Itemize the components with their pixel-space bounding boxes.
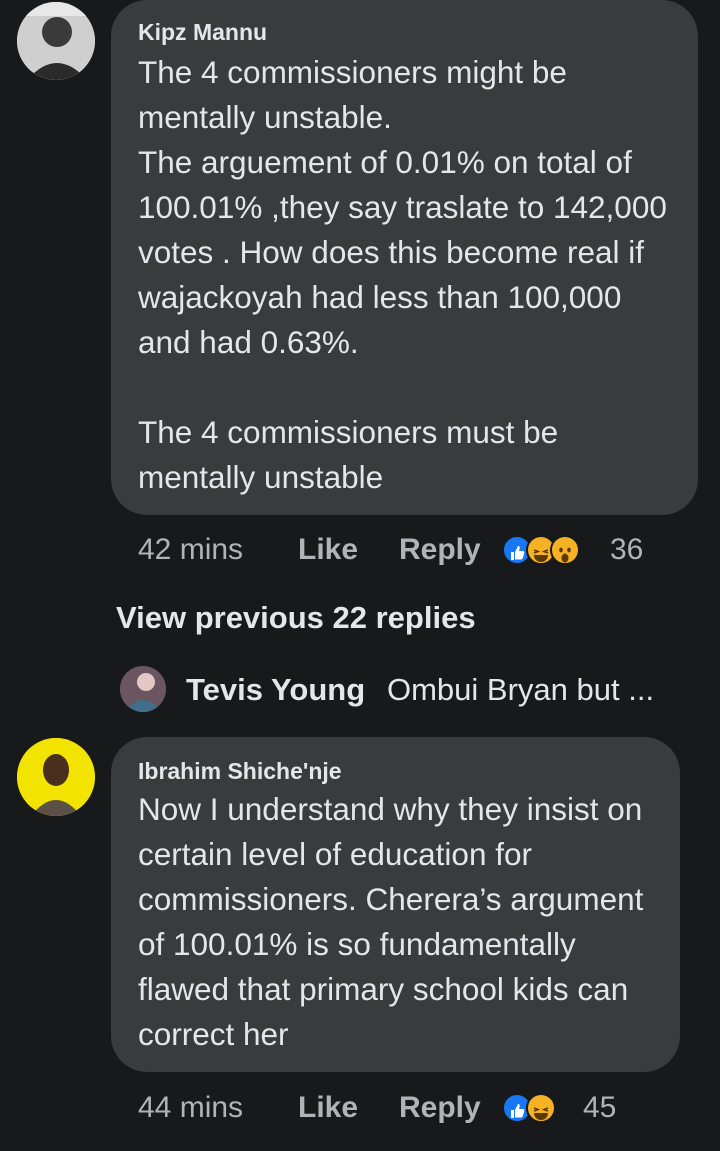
comment-text: Now I understand why they insist on cert… xyxy=(138,791,653,1052)
avatar[interactable] xyxy=(120,666,166,712)
reaction-count: 36 xyxy=(610,533,644,566)
person-avatar-icon xyxy=(17,738,95,816)
reply-button[interactable]: Reply xyxy=(399,530,481,570)
comment-author[interactable]: Ibrahim Shiche'nje xyxy=(138,758,342,784)
comment-bubble: Ibrahim Shiche'nje Now I understand why … xyxy=(111,737,680,1072)
comment-timestamp[interactable]: 42 mins xyxy=(138,530,243,570)
reply-button[interactable]: Reply xyxy=(399,1088,481,1128)
comment-bubble: Kipz Mannu The 4 commissioners might be … xyxy=(111,0,698,515)
reply-preview-text: Ombui Bryan but ... xyxy=(387,672,655,707)
reactions-summary[interactable]: 45 xyxy=(502,1091,622,1125)
comment-actions: 44 mins Like Reply 45 xyxy=(138,1088,678,1128)
avatar[interactable] xyxy=(17,738,95,816)
comment-actions: 42 mins Like Reply 36 xyxy=(138,530,678,570)
view-previous-replies-link[interactable]: View previous 22 replies xyxy=(116,598,476,638)
haha-icon xyxy=(526,1093,556,1123)
like-button[interactable]: Like xyxy=(298,1088,358,1128)
reactions-summary[interactable]: 36 xyxy=(502,533,643,567)
wow-icon xyxy=(550,535,580,565)
reaction-count: 45 xyxy=(583,1091,617,1124)
reply-author[interactable]: Tevis Young xyxy=(186,670,365,710)
like-button[interactable]: Like xyxy=(298,530,358,570)
avatar[interactable] xyxy=(17,2,95,80)
comment-text: The 4 commissioners might be mentally un… xyxy=(138,54,667,495)
person-avatar-icon xyxy=(120,666,166,712)
person-avatar-icon xyxy=(17,2,95,80)
comment-author[interactable]: Kipz Mannu xyxy=(138,19,267,45)
comment-timestamp[interactable]: 44 mins xyxy=(138,1088,243,1128)
